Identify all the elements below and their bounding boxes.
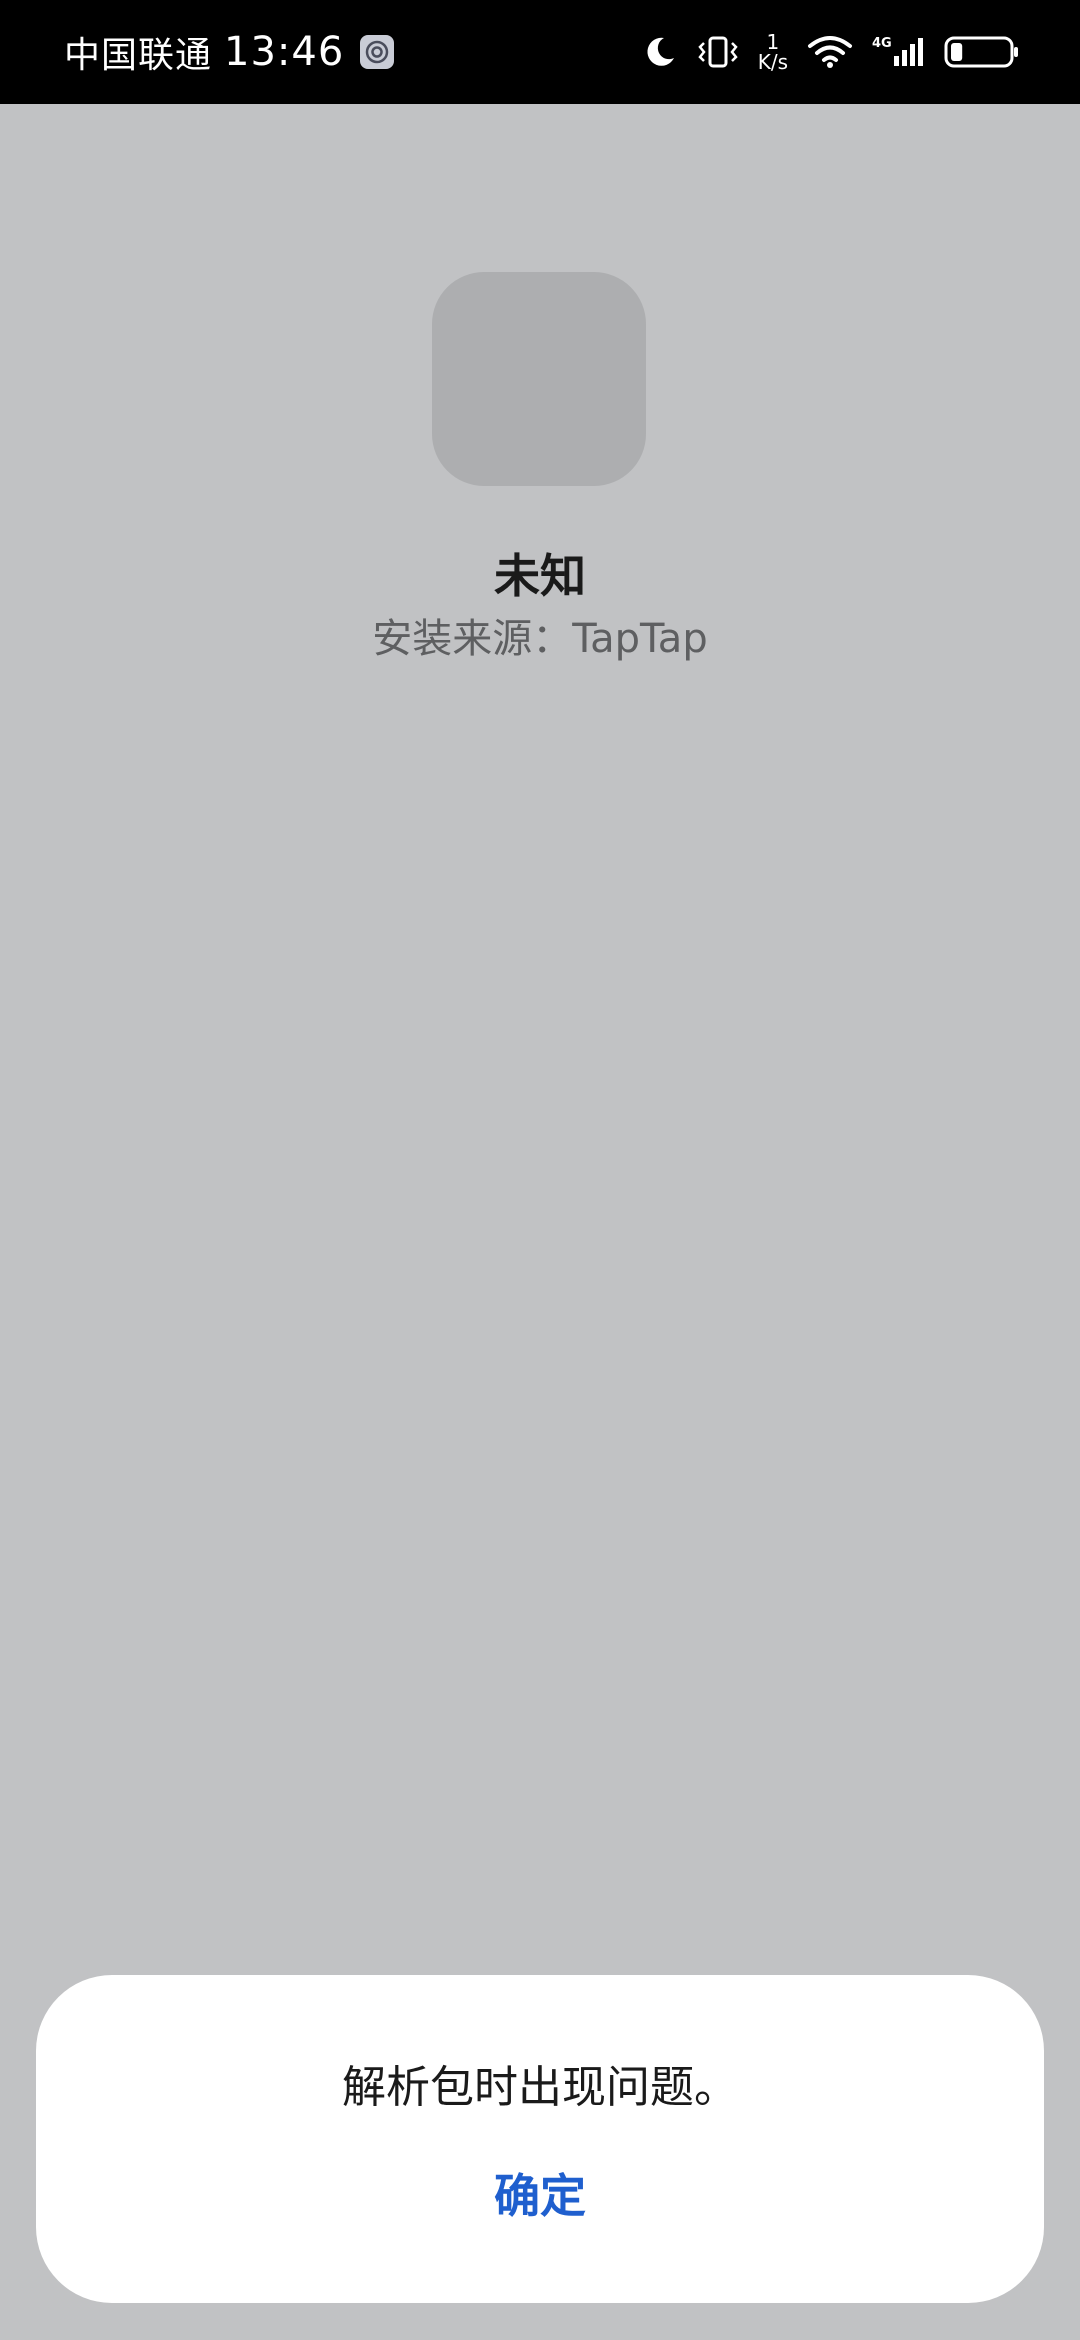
dialog-message: 解析包时出现问题。 bbox=[342, 2062, 738, 2113]
vibrate-icon bbox=[696, 34, 740, 70]
network-speed-unit: K/s bbox=[757, 50, 788, 74]
error-dialog: 解析包时出现问题。 确定 bbox=[36, 1975, 1044, 2303]
carrier-name: 中国联通 bbox=[64, 35, 213, 76]
status-bar: 中国联通 13:46 1 K/s 4G bbox=[0, 0, 1080, 104]
app-icon-placeholder bbox=[432, 272, 646, 486]
moon-icon bbox=[642, 34, 678, 70]
network-speed: 1 K/s bbox=[758, 32, 788, 72]
app-name: 未知 bbox=[494, 549, 586, 603]
status-bar-right: 1 K/s 4G bbox=[642, 0, 1020, 104]
wifi-icon bbox=[806, 34, 854, 70]
network-type-label: 4G bbox=[872, 36, 892, 51]
confirm-button[interactable]: 确定 bbox=[440, 2161, 640, 2231]
battery-icon bbox=[944, 34, 1020, 70]
app-notification-icon bbox=[360, 35, 395, 69]
status-bar-left: 中国联通 13:46 bbox=[64, 0, 395, 104]
network-speed-value: 1 bbox=[766, 30, 780, 54]
clock: 13:46 bbox=[224, 29, 345, 75]
install-source: 安装来源：TapTap bbox=[372, 616, 708, 662]
cellular-signal-icon: 4G bbox=[872, 34, 926, 70]
